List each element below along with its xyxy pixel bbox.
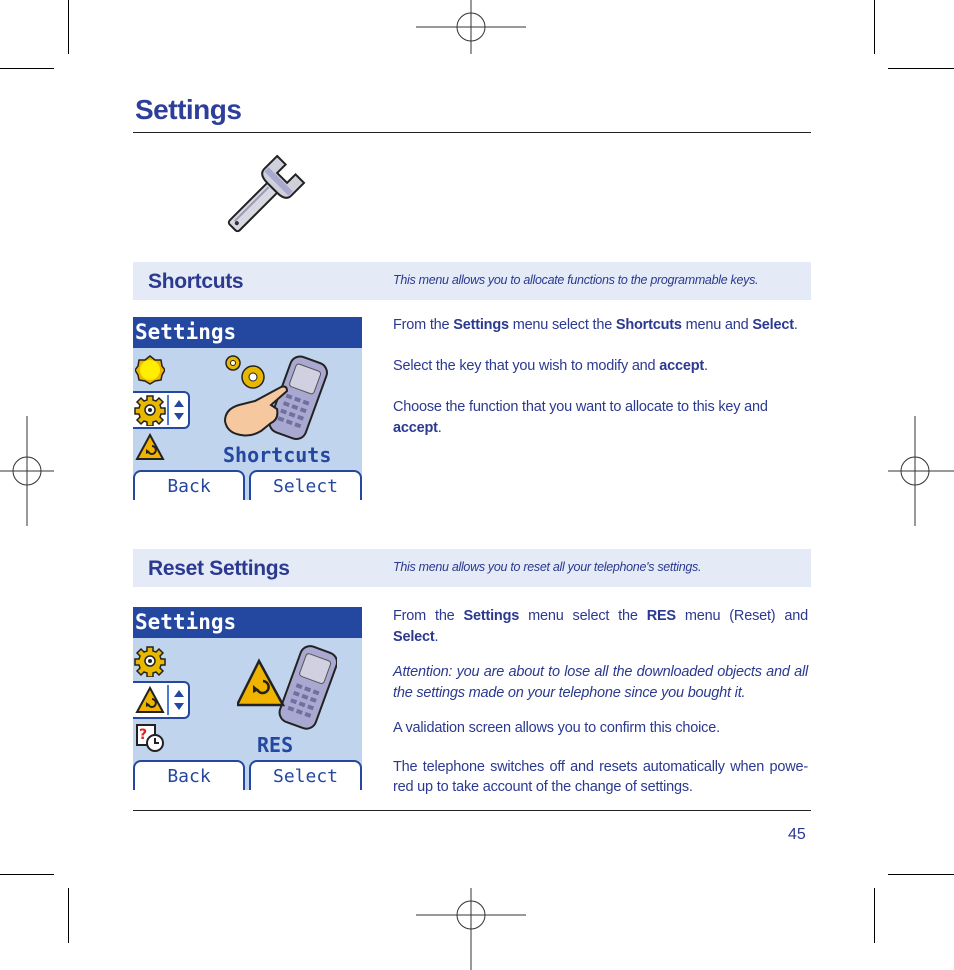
bold-term: Select xyxy=(393,628,435,645)
text-run: menu and xyxy=(681,317,753,333)
paragraph-attention: Attention: you are about to lose all the… xyxy=(393,662,808,703)
screen-title-bar: Settings xyxy=(133,317,362,348)
phone-screen-shortcuts: Settings Shortcuts Back Select xyxy=(133,317,362,500)
warning-triangle-icon xyxy=(135,433,165,460)
paragraph: The telephone switches off and resets au… xyxy=(393,757,808,798)
sun-icon xyxy=(135,355,165,385)
softkey-select-label: Select xyxy=(272,766,339,787)
section-header-shortcuts: Shortcuts This menu allows you to alloca… xyxy=(133,262,811,300)
page-number: 45 xyxy=(788,826,806,843)
softkey-back[interactable]: Back xyxy=(133,760,245,790)
bold-term: Settings xyxy=(453,317,509,333)
crop-mark xyxy=(874,888,875,943)
text-run: Attention: you are about to lose all the… xyxy=(393,664,808,701)
text-run: menu (Reset) and xyxy=(675,608,808,624)
warning-triangle-icon xyxy=(135,685,165,713)
text-run: The telephone switches off and resets au… xyxy=(393,758,808,796)
section-header-reset-settings: Reset Settings This menu allows you to r… xyxy=(133,549,811,587)
text-run: From the xyxy=(393,608,464,624)
paragraph: Select the key that you wish to modify a… xyxy=(393,356,808,377)
warning-phone-icon xyxy=(237,645,337,730)
text-run: A validation screen allows you to confir… xyxy=(393,720,720,736)
bold-term: Settings xyxy=(463,608,520,624)
gear-icon xyxy=(134,646,166,677)
crop-mark xyxy=(0,874,54,875)
paragraph: From the Settings menu select the Shortc… xyxy=(393,315,808,336)
wrench-icon xyxy=(227,154,306,233)
softkey-select[interactable]: Select xyxy=(249,470,362,500)
softkey-back[interactable]: Back xyxy=(133,470,245,500)
bold-term: accept xyxy=(393,419,438,436)
phone-screen-reset: Settings ? RES Back Select xyxy=(133,607,362,790)
section-body-shortcuts: From the Settings menu select the Shortc… xyxy=(393,315,808,438)
selection-cursor xyxy=(167,395,169,425)
text-run: From the xyxy=(393,317,454,333)
section-title: Reset Settings xyxy=(148,557,290,580)
screen-menu-label: RES xyxy=(257,733,294,757)
registration-mark-right xyxy=(888,416,954,526)
softkey-select[interactable]: Select xyxy=(249,760,362,790)
selection-cursor xyxy=(167,685,169,715)
text-run: . xyxy=(704,358,708,374)
text-run: menu select the xyxy=(519,608,647,624)
screen-title-bar: Settings xyxy=(133,607,362,638)
screen-title: Settings xyxy=(135,610,237,634)
text-run: Select the key that you wish to modify a… xyxy=(393,358,660,374)
registration-mark-left xyxy=(0,416,54,526)
clock-question-icon: ? xyxy=(136,724,164,752)
gear-icon xyxy=(134,395,166,426)
text-run: . xyxy=(793,317,798,333)
crop-mark xyxy=(888,874,954,875)
text-run: . xyxy=(437,419,442,436)
bold-term: accept xyxy=(659,358,704,374)
paragraph: A validation screen allows you to confir… xyxy=(393,718,808,739)
footer-rule xyxy=(133,810,811,811)
screen-menu-label: Shortcuts xyxy=(223,443,332,467)
screen-title: Settings xyxy=(135,320,237,344)
page-title: Settings xyxy=(135,94,242,125)
softkey-select-label: Select xyxy=(272,476,339,497)
bold-term: RES xyxy=(646,608,676,624)
section-description: This menu allows you to reset all your t… xyxy=(393,560,702,574)
crop-mark xyxy=(68,0,69,54)
softkey-back-label: Back xyxy=(167,476,211,497)
softkey-back-label: Back xyxy=(167,766,211,787)
hand-pressing-phone-icon xyxy=(223,355,328,441)
section-title: Shortcuts xyxy=(148,270,244,293)
up-down-arrows-icon xyxy=(174,400,184,420)
up-down-arrows-icon xyxy=(174,690,184,710)
paragraph: From the Settings menu select the RES me… xyxy=(393,606,808,647)
text-run: menu select the xyxy=(508,317,616,333)
svg-text:?: ? xyxy=(139,727,147,743)
registration-mark-bottom xyxy=(416,888,526,970)
paragraph: Choose the function that you want to all… xyxy=(393,397,808,438)
crop-mark xyxy=(874,0,875,54)
section-body-reset: From the Settings menu select the RES me… xyxy=(393,606,808,798)
text-run: Choose the function that you want to all… xyxy=(393,399,768,415)
registration-mark-top xyxy=(416,0,526,54)
section-description: This menu allows you to allocate functio… xyxy=(393,273,759,287)
text-run: . xyxy=(434,628,439,645)
crop-mark xyxy=(0,68,54,69)
title-rule xyxy=(133,132,811,133)
crop-mark xyxy=(888,68,954,69)
bold-term: Select xyxy=(752,317,794,333)
bold-term: Shortcuts xyxy=(615,317,682,333)
crop-mark xyxy=(68,888,69,943)
